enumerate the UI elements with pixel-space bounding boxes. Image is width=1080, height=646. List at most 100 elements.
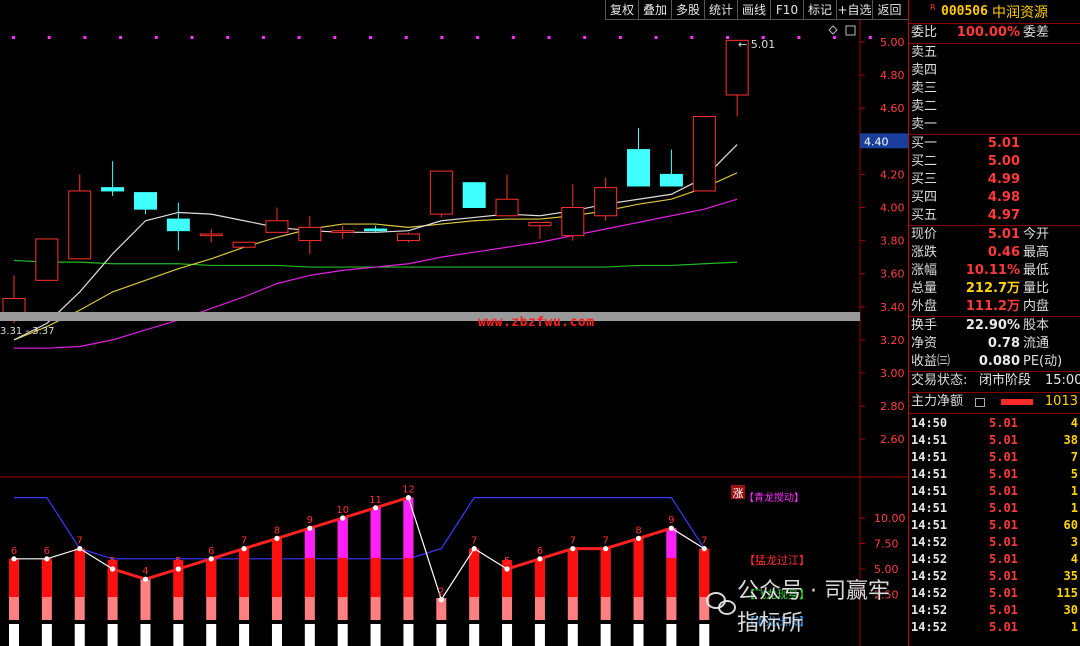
indicator-point bbox=[701, 546, 707, 552]
trade-tick-row[interactable]: 14:51 5.01 1 bbox=[909, 500, 1080, 517]
toolbar-button[interactable]: 叠加 bbox=[638, 0, 671, 20]
stat-label-2: 最高 bbox=[1023, 245, 1050, 260]
indicator-bar-base bbox=[600, 624, 611, 646]
buy-level-price: 4.97 bbox=[987, 208, 1020, 223]
trade-tick-row[interactable]: 14:51 5.01 5 bbox=[909, 466, 1080, 483]
trade-price: 5.01 bbox=[989, 467, 1018, 481]
trade-tick-row[interactable]: 14:51 5.01 7 bbox=[909, 449, 1080, 466]
top-dot-marker bbox=[511, 36, 515, 39]
wechat-icon bbox=[706, 592, 736, 618]
indicator-point bbox=[438, 597, 444, 603]
stat-label-2: 最低 bbox=[1023, 263, 1050, 278]
trade-ticks[interactable]: 14:50 5.01 4 14:51 5.01 38 14:51 5.01 7 14:51 5.01… bbox=[909, 414, 1080, 636]
indicator-bar-base bbox=[666, 624, 677, 646]
trade-tick-row[interactable]: 14:50 5.01 4 bbox=[909, 415, 1080, 432]
indicator-point bbox=[372, 505, 379, 511]
stat-label: 总量 bbox=[911, 281, 938, 296]
top-dot-marker bbox=[440, 36, 444, 39]
trade-volume: 38 bbox=[1063, 433, 1078, 447]
trade-volume: 35 bbox=[1063, 569, 1078, 583]
toolbar-button[interactable]: 统计 bbox=[704, 0, 737, 20]
buy-level-label: 买二 bbox=[911, 154, 938, 169]
toolbar-button[interactable]: 标记 bbox=[803, 0, 836, 20]
candle-body bbox=[692, 115, 716, 192]
toolbar-button[interactable]: 多股 bbox=[671, 0, 704, 20]
trade-tick-row[interactable]: 14:51 5.01 60 bbox=[909, 517, 1080, 534]
trade-time: 14:51 bbox=[911, 433, 948, 447]
indicator-count-label: 9 bbox=[668, 515, 674, 526]
trade-tick-row[interactable]: 14:51 5.01 1 bbox=[909, 483, 1080, 500]
trade-volume: 4 bbox=[1070, 552, 1078, 566]
indicator-count-label: 4 bbox=[142, 566, 148, 577]
window-toggle-icon bbox=[845, 25, 856, 36]
indicator-point bbox=[537, 556, 543, 562]
buy-level-row: 买三 4.99 bbox=[909, 171, 1080, 189]
candle-body bbox=[232, 241, 256, 248]
price-axis-label: 3.80 bbox=[880, 235, 905, 248]
indicator-bar-pink bbox=[140, 579, 151, 620]
indicator-bar-base bbox=[567, 624, 578, 646]
indicator-red-trend bbox=[506, 526, 672, 571]
kline-chart[interactable]: 5.00 4.80 4.60 4.40 4.20 4.00 3.80 3.60 3.40 3.20… bbox=[0, 0, 908, 646]
toolbar-button[interactable]: 返回 bbox=[872, 0, 906, 20]
top-dot-marker bbox=[297, 36, 301, 39]
trade-volume: 60 bbox=[1063, 518, 1078, 532]
buy-level-row: 买二 5.00 bbox=[909, 153, 1080, 171]
indicator-bar-base bbox=[370, 624, 381, 646]
trade-tick-row[interactable]: 14:51 5.01 38 bbox=[909, 432, 1080, 449]
indicator-bar-red bbox=[239, 548, 250, 597]
price-axis-label: 2.80 bbox=[880, 400, 905, 413]
trade-tick-row[interactable]: 14:52 5.01 3 bbox=[909, 534, 1080, 551]
trade-time: 14:50 bbox=[911, 416, 948, 430]
trade-tick-row[interactable]: 14:52 5.01 115 bbox=[909, 585, 1080, 602]
net-flow-label: 主力净额 bbox=[911, 394, 964, 409]
toolbar-button[interactable]: 复权 bbox=[605, 0, 638, 20]
candle-body bbox=[429, 170, 453, 215]
buy-level-price: 5.00 bbox=[987, 154, 1020, 169]
top-dot-marker bbox=[797, 36, 801, 39]
candle-body bbox=[298, 226, 322, 242]
trade-tick-row[interactable]: 14:52 5.01 4 bbox=[909, 551, 1080, 568]
trade-tick-row[interactable]: 14:52 5.01 30 bbox=[909, 602, 1080, 619]
buy-level-row: 买四 4.98 bbox=[909, 189, 1080, 207]
indicator-bar-magenta bbox=[666, 528, 677, 558]
indicator-point bbox=[11, 556, 17, 562]
trade-price: 5.01 bbox=[989, 501, 1018, 515]
quote-stats-2: 换手 22.90% 股本 净资 0.78 流通 收益㈢ 0.080 PE(动) bbox=[909, 317, 1080, 371]
ma-line-green bbox=[13, 259, 738, 268]
trade-tick-row[interactable]: 14:52 5.01 1 bbox=[909, 619, 1080, 636]
toolbar-button[interactable]: F10 bbox=[770, 0, 803, 20]
sell-level-row: 卖四 bbox=[909, 62, 1080, 80]
buy-level-price: 4.98 bbox=[987, 190, 1020, 205]
indicator-count-label: 11 bbox=[369, 495, 382, 506]
trade-time: 14:51 bbox=[911, 484, 948, 498]
indicator-count-label: 6 bbox=[537, 546, 543, 557]
indicator-point bbox=[110, 566, 116, 572]
stock-code[interactable]: 000506 bbox=[941, 4, 988, 19]
price-axis-label: 3.60 bbox=[880, 268, 905, 281]
weibi-row: 委比 100.00% 委差 bbox=[909, 24, 1080, 43]
top-dot-marker bbox=[833, 36, 837, 39]
kline-chart-area[interactable]: 5.00 4.80 4.60 4.40 4.20 4.00 3.80 3.60 3.40 3.20… bbox=[0, 0, 908, 646]
trade-price: 5.01 bbox=[989, 620, 1018, 634]
indicator-bar-base bbox=[337, 624, 348, 646]
stock-name[interactable]: 中润资源 bbox=[992, 2, 1048, 22]
sell-level-label: 卖一 bbox=[911, 117, 938, 132]
indicator-bar-base bbox=[74, 624, 85, 646]
indicator-bar-red bbox=[9, 558, 19, 597]
range-label: 3.31 - 3.37 bbox=[0, 326, 55, 337]
trade-tick-row[interactable]: 14:52 5.01 35 bbox=[909, 568, 1080, 585]
quote-stats: 现价 5.01 今开 涨跌 0.46 最高 涨幅 10.11% 最低 总量 212.7万 量比 外盘 11… bbox=[909, 226, 1080, 316]
top-dot-marker bbox=[476, 36, 480, 39]
toolbar-button[interactable]: +自选 bbox=[836, 0, 872, 20]
stat-value: 0.080 bbox=[978, 354, 1020, 369]
indicator-bar-base bbox=[436, 624, 447, 646]
indicator-point bbox=[274, 535, 280, 542]
indicator-count-label: 8 bbox=[635, 525, 641, 536]
toolbar-button[interactable]: 画线 bbox=[737, 0, 770, 20]
sell-orders: 卖五 卖四 卖三 卖二 卖一 bbox=[909, 44, 1080, 134]
net-flow-menu-icon[interactable] bbox=[975, 398, 985, 407]
indicator-bar-base bbox=[304, 624, 315, 646]
trade-price: 5.01 bbox=[989, 433, 1018, 447]
buy-level-price: 5.01 bbox=[987, 136, 1020, 151]
